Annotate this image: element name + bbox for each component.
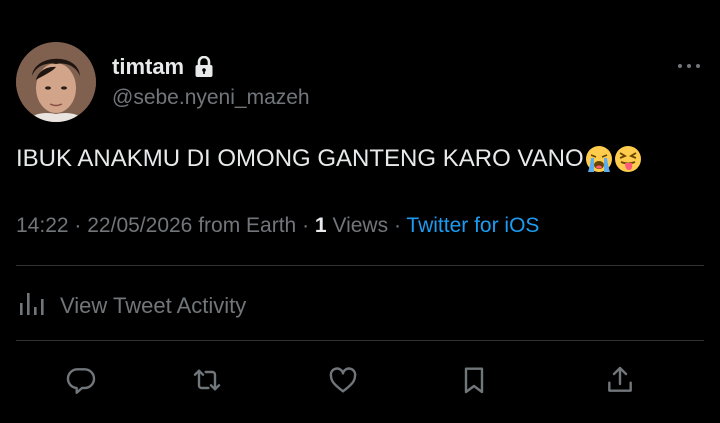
crying-face-emoji <box>585 145 613 173</box>
tweet-location: from Earth <box>198 214 297 237</box>
analytics-icon <box>16 287 48 325</box>
divider <box>16 340 704 341</box>
tweet-time[interactable]: 14:22 <box>16 214 69 237</box>
retweet-icon[interactable] <box>187 360 227 400</box>
avatar[interactable] <box>16 42 96 122</box>
view-tweet-activity[interactable]: View Tweet Activity <box>16 287 246 325</box>
tweet-meta: 14:22 · 22/05/2026 from Earth · 1 Views … <box>16 214 539 238</box>
divider <box>16 265 704 266</box>
lock-icon <box>194 55 214 78</box>
activity-label: View Tweet Activity <box>60 293 247 318</box>
tweet-body: IBUK ANAKMU DI OMONG GANTENG KARO VANO <box>16 145 642 173</box>
views-count: 1 <box>314 214 327 237</box>
more-icon[interactable] <box>674 56 704 76</box>
squinting-tongue-emoji <box>614 145 642 173</box>
client-link[interactable]: Twitter for iOS <box>406 214 539 237</box>
author-name-row[interactable]: timtam <box>112 54 214 80</box>
separator: · <box>302 214 310 237</box>
tweet-text: IBUK ANAKMU DI OMONG GANTENG KARO VANO <box>16 145 584 172</box>
author-handle[interactable]: @sebe.nyeni_mazeh <box>112 86 310 110</box>
separator: · <box>74 214 82 237</box>
display-name[interactable]: timtam <box>112 54 184 80</box>
tweet-actions <box>0 360 720 406</box>
like-icon[interactable] <box>323 360 363 400</box>
share-icon[interactable] <box>600 360 640 400</box>
tweet-date[interactable]: 22/05/2026 <box>87 214 192 237</box>
reply-icon[interactable] <box>62 360 102 400</box>
avatar-image <box>16 42 96 122</box>
separator: · <box>393 214 401 237</box>
views-label: Views <box>332 214 389 237</box>
bookmark-icon[interactable] <box>454 360 494 400</box>
